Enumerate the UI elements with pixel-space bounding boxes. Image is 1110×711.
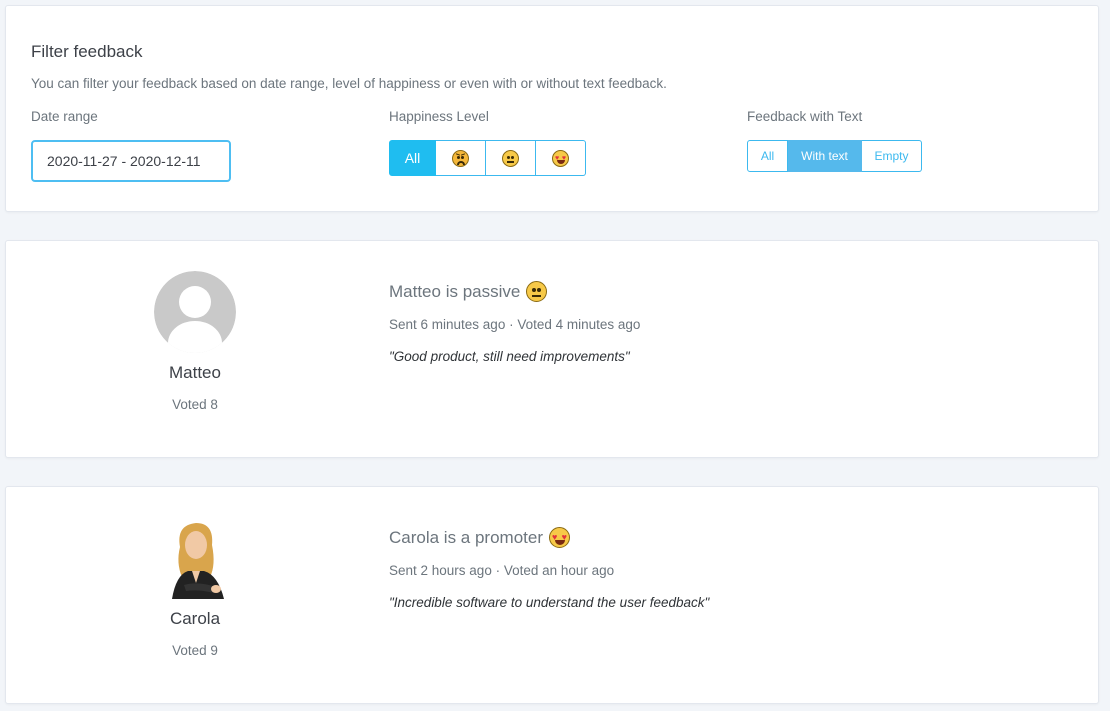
feedback-headline-text: Carola is a promoter [389, 527, 544, 547]
feedback-text-button-group: All With text Empty [747, 140, 922, 172]
neutral-face-icon [502, 149, 519, 167]
feedback-quote: "Incredible software to understand the u… [389, 595, 710, 610]
feedback-card: Carola Voted 9 Carola is a promoter ♥ ♥ S… [5, 486, 1099, 704]
heart-eyes-face-icon: ♥ ♥ [552, 149, 569, 167]
happiness-all-button[interactable]: All [389, 140, 436, 176]
user-name: Matteo [169, 363, 221, 382]
happiness-promoter-button[interactable]: ♥ ♥ [536, 140, 586, 176]
heart-eyes-face-icon: ♥ ♥ [549, 527, 571, 548]
user-name: Carola [169, 609, 221, 628]
default-avatar-icon [154, 271, 236, 353]
date-range-label: Date range [31, 109, 98, 124]
happiness-level-button-group: All ♥ ♥ [389, 140, 586, 176]
happiness-detractor-button[interactable] [436, 140, 486, 176]
filter-description: You can filter your feedback based on da… [31, 76, 667, 91]
neutral-face-icon [526, 281, 548, 302]
user-photo [158, 517, 236, 599]
feedback-timestamps: Sent 2 hours ago · Voted an hour ago [389, 563, 615, 578]
happiness-passive-button[interactable] [486, 140, 536, 176]
text-filter-empty-button[interactable]: Empty [862, 140, 922, 172]
date-range-input[interactable] [31, 140, 231, 182]
feedback-headline: Matteo is passive [389, 281, 548, 302]
user-vote-score: Voted 8 [172, 397, 218, 412]
text-filter-with-text-button[interactable]: With text [788, 140, 862, 172]
happiness-level-label: Happiness Level [389, 109, 489, 124]
feedback-headline-text: Matteo is passive [389, 281, 521, 301]
user-vote-score: Voted 9 [172, 643, 218, 658]
filter-title: Filter feedback [31, 42, 143, 61]
feedback-with-text-label: Feedback with Text [747, 109, 863, 124]
angry-face-icon [452, 149, 469, 167]
feedback-timestamps: Sent 6 minutes ago · Voted 4 minutes ago [389, 317, 641, 332]
feedback-card: Matteo Voted 8 Matteo is passive Sent 6 … [5, 240, 1099, 458]
filter-card: Filter feedback You can filter your feed… [5, 5, 1099, 212]
feedback-headline: Carola is a promoter ♥ ♥ [389, 527, 571, 548]
text-filter-all-button[interactable]: All [747, 140, 788, 172]
feedback-quote: "Good product, still need improvements" [389, 349, 630, 364]
